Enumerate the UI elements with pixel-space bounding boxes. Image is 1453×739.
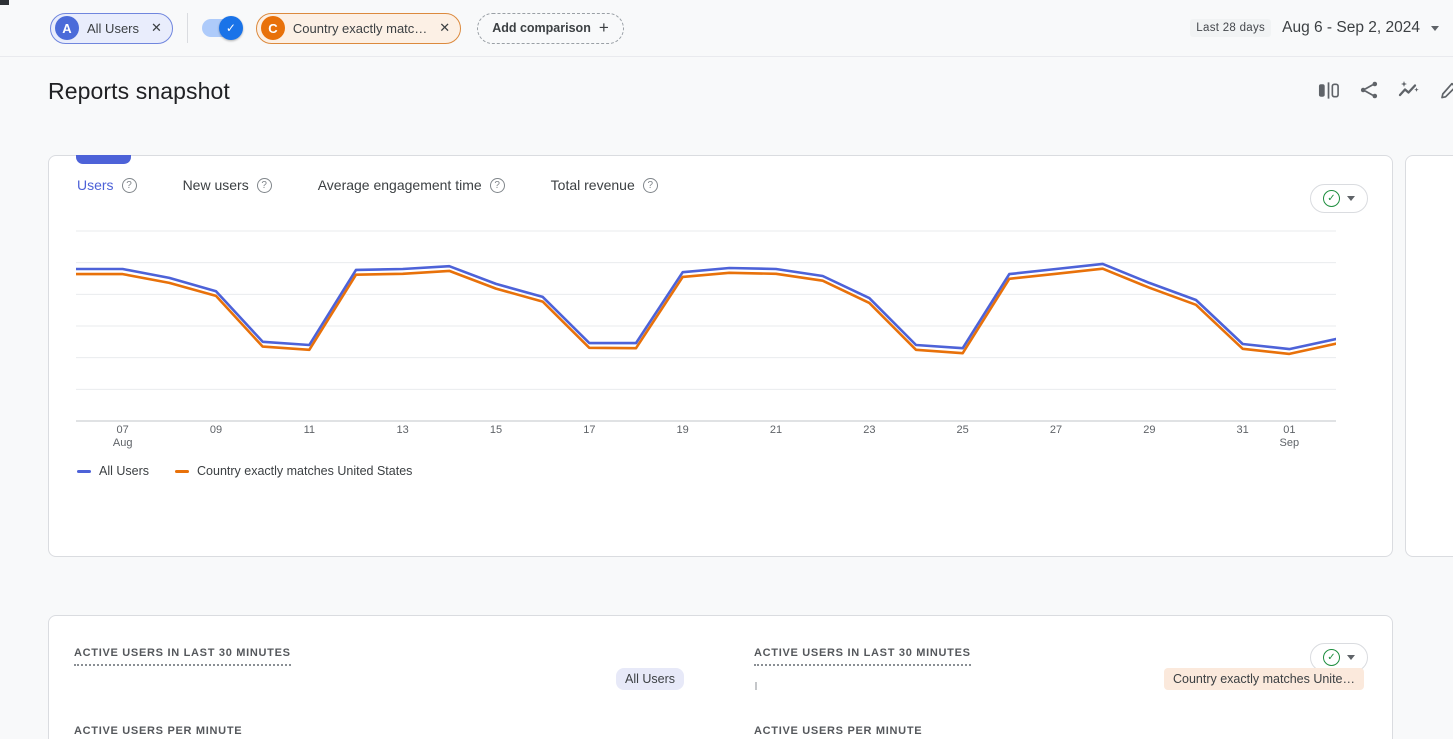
comparison-badge-all-users: All Users: [616, 668, 684, 690]
edit-icon[interactable]: [1438, 80, 1453, 100]
header-action-icons: [1318, 80, 1453, 100]
check-circle-icon: ✓: [1323, 649, 1340, 666]
chevron-down-icon: [1431, 26, 1439, 31]
comparison-chip-country[interactable]: C Country exactly matc… ✕: [256, 13, 461, 44]
ga4-reports-snapshot-page: A All Users ✕ ✓ C Country exactly matc… …: [0, 0, 1453, 739]
close-icon[interactable]: ✕: [151, 20, 162, 36]
comparison-badge-country: Country exactly matches Unite…: [1164, 668, 1364, 690]
realtime-right-column: ACTIVE USERS IN LAST 30 MINUTES: [754, 643, 971, 666]
users-trend-line-chart[interactable]: 07Aug 09 11 13 15 17 19 21 23 25 27 29 31 01Sep: [76, 226, 1336, 454]
active-users-per-minute-header: ACTIVE USERS PER MINUTE: [754, 725, 922, 737]
comparison-chip-all-users[interactable]: A All Users ✕: [50, 13, 173, 44]
tab-users[interactable]: Users ?: [77, 177, 137, 193]
tab-new-users[interactable]: New users ?: [183, 177, 272, 193]
svg-text:13: 13: [397, 424, 409, 436]
help-icon[interactable]: ?: [122, 178, 137, 193]
page-title: Reports snapshot: [48, 78, 230, 105]
chevron-down-icon: [1347, 196, 1355, 201]
chevron-down-icon: [1347, 655, 1355, 660]
plus-icon: +: [599, 18, 609, 38]
loading-artifact: [755, 682, 757, 690]
realtime-card: ACTIVE USERS IN LAST 30 MINUTES ACTIVE U…: [48, 615, 1393, 739]
close-icon[interactable]: ✕: [439, 20, 450, 36]
comparison-icon[interactable]: [1318, 80, 1340, 100]
insights-icon[interactable]: [1398, 80, 1420, 100]
legend-swatch: [77, 470, 91, 473]
help-icon[interactable]: ?: [643, 178, 658, 193]
svg-text:09: 09: [210, 424, 222, 436]
tab-total-revenue[interactable]: Total revenue ?: [551, 177, 658, 193]
comparison-c-badge: C: [261, 16, 285, 40]
legend-swatch: [175, 470, 189, 473]
tab-average-engagement-time[interactable]: Average engagement time ?: [318, 177, 505, 193]
comparison-a-badge: A: [55, 16, 79, 40]
data-quality-dropdown[interactable]: ✓: [1310, 184, 1368, 213]
svg-text:Aug: Aug: [113, 437, 133, 449]
metric-tabs: Users ? New users ? Average engagement t…: [77, 177, 658, 193]
active-users-30min-header: ACTIVE USERS IN LAST 30 MINUTES: [754, 647, 971, 666]
svg-text:27: 27: [1050, 424, 1062, 436]
add-comparison-label: Add comparison: [492, 21, 591, 35]
share-icon[interactable]: [1358, 80, 1380, 100]
comparison-bar: A All Users ✕ ✓ C Country exactly matc… …: [0, 0, 1453, 57]
active-users-30min-header: ACTIVE USERS IN LAST 30 MINUTES: [74, 647, 291, 666]
svg-text:21: 21: [770, 424, 782, 436]
clipped-corner-element: [0, 0, 9, 5]
date-range-value: Aug 6 - Sep 2, 2024: [1282, 19, 1420, 37]
realtime-left-column: ACTIVE USERS IN LAST 30 MINUTES: [74, 643, 291, 666]
legend-item-all-users: All Users: [77, 464, 149, 478]
svg-text:Sep: Sep: [1280, 437, 1300, 449]
selected-tab-indicator: [76, 155, 131, 164]
comparison-toggle[interactable]: ✓: [202, 19, 240, 37]
svg-text:25: 25: [957, 424, 969, 436]
svg-text:07: 07: [117, 424, 129, 436]
svg-text:15: 15: [490, 424, 502, 436]
help-icon[interactable]: ?: [257, 178, 272, 193]
toggle-check-icon: ✓: [219, 16, 243, 40]
comparison-chip-label: All Users: [87, 21, 139, 36]
chart-legend: All Users Country exactly matches United…: [77, 464, 412, 478]
active-users-per-minute-header: ACTIVE USERS PER MINUTE: [74, 725, 242, 737]
date-range-selector[interactable]: Last 28 days Aug 6 - Sep 2, 2024: [1190, 19, 1445, 37]
chip-divider: [187, 13, 188, 43]
svg-text:17: 17: [583, 424, 595, 436]
svg-text:01: 01: [1283, 424, 1295, 436]
key-metrics-card: Users ? New users ? Average engagement t…: [48, 155, 1393, 557]
date-preset-label: Last 28 days: [1190, 19, 1271, 37]
svg-text:31: 31: [1237, 424, 1249, 436]
svg-text:29: 29: [1143, 424, 1155, 436]
legend-item-country: Country exactly matches United States: [175, 464, 412, 478]
svg-text:19: 19: [677, 424, 689, 436]
add-comparison-button[interactable]: Add comparison +: [477, 13, 624, 44]
help-icon[interactable]: ?: [490, 178, 505, 193]
svg-text:11: 11: [304, 424, 315, 436]
svg-text:23: 23: [863, 424, 875, 436]
comparison-chip-label: Country exactly matc…: [293, 21, 427, 36]
check-circle-icon: ✓: [1323, 190, 1340, 207]
right-side-panel: [1405, 155, 1453, 557]
